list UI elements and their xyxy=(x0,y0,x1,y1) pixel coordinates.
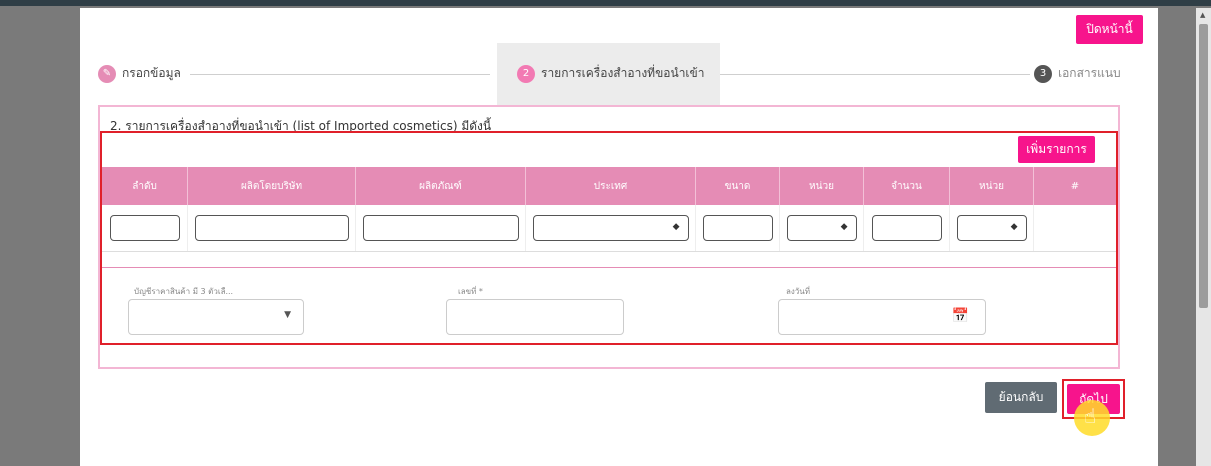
import-list-card: 2. รายการเครื่องสำอางที่ขอนำเข้า (list o… xyxy=(98,105,1120,369)
sort-caret-icon: ◆ xyxy=(840,222,848,232)
size-unit-select[interactable]: ◆ xyxy=(786,215,857,241)
number-input[interactable] xyxy=(446,299,624,335)
step-label: เอกสารแนบ xyxy=(1058,66,1121,80)
scrollbar[interactable]: ▲ xyxy=(1196,8,1211,466)
stepper-line xyxy=(720,74,1030,75)
product-input[interactable] xyxy=(362,215,519,241)
quantity-unit-select[interactable]: ◆ xyxy=(956,215,1027,241)
tariff-select[interactable]: ▼ xyxy=(128,299,304,335)
quantity-input[interactable] xyxy=(871,215,942,241)
pencil-icon: ✎ xyxy=(98,64,116,83)
step-3[interactable]: 3 เอกสารแนบ xyxy=(1034,64,1121,83)
column-header: ประเทศ xyxy=(526,167,696,205)
modal-dialog: ปิดหน้านี้ ✎ กรอกข้อมูล 2 รายการเครื่องส… xyxy=(80,8,1158,466)
step-label: กรอกข้อมูล xyxy=(122,66,181,80)
order-input[interactable] xyxy=(109,215,180,241)
table-header: ลำดับ ผลิตโดยบริษัท ผลิตภัณฑ์ ประเทศ ขนา… xyxy=(102,167,1116,205)
chevron-down-icon: ▼ xyxy=(284,310,291,320)
column-header: ลำดับ xyxy=(102,167,188,205)
hand-cursor-icon: ☝ xyxy=(1084,404,1097,428)
step-number: 3 xyxy=(1034,64,1052,83)
scrollbar-thumb[interactable] xyxy=(1199,24,1208,308)
stepper: ✎ กรอกข้อมูล 2 รายการเครื่องสำอางที่ขอนำ… xyxy=(80,41,1158,106)
manufacturer-input[interactable] xyxy=(194,215,349,241)
column-header: จำนวน xyxy=(864,167,950,205)
table-row: ◆ ◆ ◆ xyxy=(102,205,1116,252)
calendar-icon[interactable]: 📅 xyxy=(952,308,969,324)
date-input[interactable]: 📅 xyxy=(778,299,986,335)
sort-caret-icon: ◆ xyxy=(672,222,680,232)
sort-caret-icon: ◆ xyxy=(1010,222,1018,232)
item-table-panel: เพิ่มรายการ ลำดับ ผลิตโดยบริษัท ผลิตภัณฑ… xyxy=(100,131,1118,345)
stepper-line xyxy=(190,74,490,75)
back-button[interactable]: ย้อนกลับ xyxy=(985,382,1057,413)
step-number: 2 xyxy=(517,64,535,83)
step-label: รายการเครื่องสำอางที่ขอนำเข้า xyxy=(541,66,705,80)
step-2[interactable]: 2 รายการเครื่องสำอางที่ขอนำเข้า xyxy=(517,64,704,83)
close-page-button[interactable]: ปิดหน้านี้ xyxy=(1076,15,1143,44)
column-header: หน่วย xyxy=(780,167,864,205)
column-header: ผลิตภัณฑ์ xyxy=(356,167,526,205)
column-header: ขนาด xyxy=(696,167,780,205)
size-input[interactable] xyxy=(702,215,773,241)
number-label: เลขที่ * xyxy=(458,287,483,296)
step-1[interactable]: ✎ กรอกข้อมูล xyxy=(98,64,181,83)
add-item-button[interactable]: เพิ่มรายการ xyxy=(1018,136,1095,163)
column-header: หน่วย xyxy=(950,167,1034,205)
scroll-up-icon[interactable]: ▲ xyxy=(1200,12,1205,19)
top-border xyxy=(0,0,1211,6)
date-label: ลงวันที่ xyxy=(786,287,811,296)
column-header: ผลิตโดยบริษัท xyxy=(188,167,356,205)
tariff-label: บัญชีราคาสินค้า มี 3 ตัวเลื... xyxy=(134,287,234,296)
divider xyxy=(102,267,1116,268)
country-select[interactable]: ◆ xyxy=(532,215,689,241)
column-header: # xyxy=(1070,180,1080,192)
